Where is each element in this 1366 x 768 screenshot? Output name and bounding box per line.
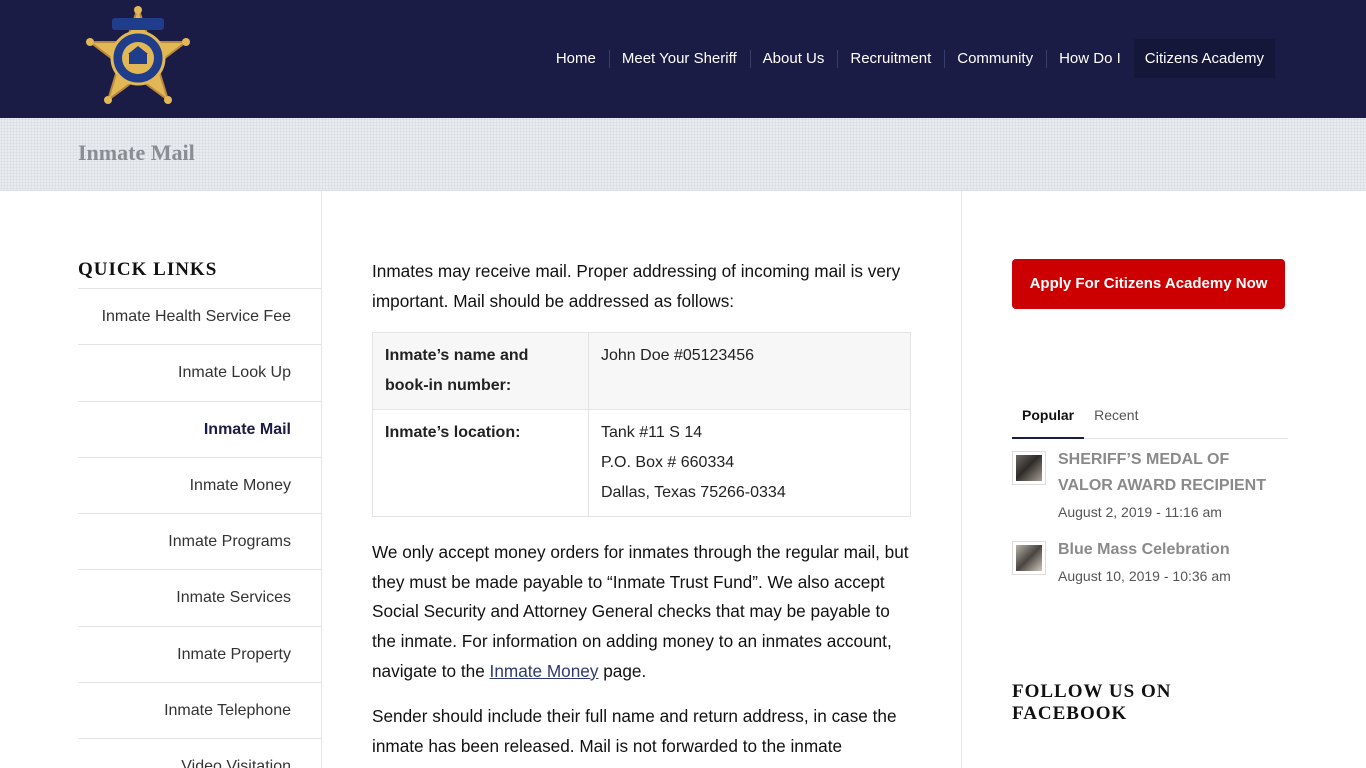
address-line: Tank #11 S 14	[601, 424, 703, 441]
tab-popular[interactable]: Popular	[1012, 399, 1085, 439]
right-sidebar: Apply For Citizens Academy Now Popular R…	[1012, 191, 1288, 768]
inmate-money-link[interactable]: Inmate Money	[490, 661, 599, 681]
nav-recruitment[interactable]: Recruitment	[837, 39, 944, 78]
apply-citizens-academy-button[interactable]: Apply For Citizens Academy Now	[1012, 259, 1285, 309]
post-date: August 10, 2019 - 10:36 am	[1058, 568, 1231, 584]
table-row: Inmate’s name and book-in number: John D…	[372, 332, 911, 410]
page-title-bar: Inmate Mail	[0, 118, 1366, 191]
nav-about-us[interactable]: About Us	[749, 39, 838, 78]
name-value-cell: John Doe #05123456	[588, 332, 911, 410]
money-orders-paragraph: We only accept money orders for inmates …	[372, 538, 917, 687]
quick-link-video-visitation[interactable]: Video Visitation	[78, 739, 321, 768]
quick-link-inmate-property[interactable]: Inmate Property	[78, 627, 321, 684]
post-thumbnail[interactable]	[1012, 451, 1046, 485]
mail-address-table: Inmate’s name and book-in number: John D…	[372, 332, 911, 517]
quick-link-inmate-telephone[interactable]: Inmate Telephone	[78, 683, 321, 740]
quick-links-sidebar: QUICK LINKS Inmate Health Service Fee In…	[78, 191, 322, 768]
post-date: August 2, 2019 - 11:16 am	[1058, 504, 1222, 520]
quick-link-inmate-services[interactable]: Inmate Services	[78, 570, 321, 627]
nav-how-do-i[interactable]: How Do I	[1046, 39, 1134, 78]
sender-paragraph: Sender should include their full name an…	[372, 706, 897, 756]
money-text-after: page.	[598, 660, 647, 681]
nav-home[interactable]: Home	[543, 39, 609, 78]
nav-citizens-academy[interactable]: Citizens Academy	[1133, 39, 1275, 78]
site-header: Home Meet Your Sheriff About Us Recruitm…	[0, 0, 1366, 118]
quick-links-list: Inmate Health Service Fee Inmate Look Up…	[78, 288, 321, 768]
main-content: Inmates may receive mail. Proper address…	[322, 191, 962, 768]
location-value-cell: Tank #11 S 14 P.O. Box # 660334 Dallas, …	[588, 409, 911, 517]
location-label-cell: Inmate’s location:	[372, 409, 589, 517]
nav-meet-your-sheriff[interactable]: Meet Your Sheriff	[608, 39, 750, 78]
table-row: Inmate’s location: Tank #11 S 14 P.O. Bo…	[372, 409, 911, 517]
facebook-heading: FOLLOW US ON FACEBOOK	[1012, 681, 1172, 724]
posts-tabs: Popular Recent	[1012, 399, 1288, 439]
sheriff-badge-logo[interactable]	[82, 4, 194, 112]
quick-link-inmate-mail[interactable]: Inmate Mail	[78, 402, 321, 458]
intro-paragraph: Inmates may receive mail. Proper address…	[372, 261, 901, 311]
address-line: P.O. Box # 660334	[601, 454, 735, 471]
tab-recent[interactable]: Recent	[1084, 399, 1148, 439]
page-title: Inmate Mail	[78, 140, 195, 165]
main-nav: Home Meet Your Sheriff About Us Recruitm…	[543, 39, 1275, 78]
quick-link-inmate-look-up[interactable]: Inmate Look Up	[78, 345, 321, 402]
post-title[interactable]: SHERIFF’S MEDAL OF VALOR AWARD RECIPIENT	[1058, 447, 1288, 499]
post-title[interactable]: Blue Mass Celebration	[1058, 537, 1288, 563]
quick-links-heading: QUICK LINKS	[78, 259, 218, 280]
quick-link-inmate-programs[interactable]: Inmate Programs	[78, 514, 321, 571]
quick-link-inmate-health-service-fee[interactable]: Inmate Health Service Fee	[78, 289, 321, 346]
name-label-cell: Inmate’s name and book-in number:	[372, 332, 589, 410]
address-line: Dallas, Texas 75266-0334	[601, 484, 786, 501]
quick-link-inmate-money[interactable]: Inmate Money	[78, 458, 321, 515]
post-thumbnail[interactable]	[1012, 541, 1046, 575]
nav-community[interactable]: Community	[944, 39, 1046, 78]
